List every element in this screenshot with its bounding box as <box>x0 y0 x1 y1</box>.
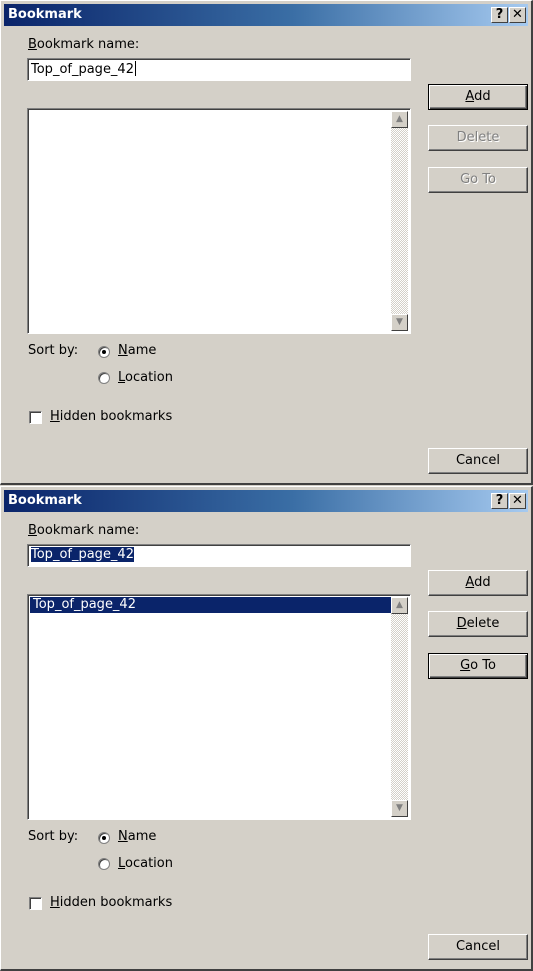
close-icon[interactable]: ✕ <box>509 493 526 509</box>
sort-location-radio[interactable] <box>98 372 110 384</box>
list-scrollbar[interactable]: ▲ ▼ <box>391 597 408 817</box>
bookmark-list[interactable]: ▲ ▼ <box>27 108 411 334</box>
add-button[interactable]: Add <box>428 570 528 596</box>
list-scrollbar[interactable]: ▲ ▼ <box>391 111 408 331</box>
close-icon[interactable]: ✕ <box>509 7 526 23</box>
delete-button[interactable]: Delete <box>428 611 528 637</box>
bookmark-name-label: Bookmark name: <box>28 523 140 538</box>
sort-by-label: Sort by: <box>28 343 79 358</box>
hidden-bookmarks-label[interactable]: Hidden bookmarks <box>50 895 172 910</box>
list-item[interactable]: Top_of_page_42 <box>30 597 391 613</box>
hidden-bookmarks-label[interactable]: Hidden bookmarks <box>50 409 172 424</box>
sort-name-radio[interactable] <box>98 832 110 844</box>
scroll-down-arrow-icon[interactable]: ▼ <box>391 800 408 817</box>
goto-button[interactable]: Go To <box>428 167 528 193</box>
bookmark-name-input[interactable]: Top_of_page_42 <box>27 544 411 567</box>
scroll-up-arrow-icon[interactable]: ▲ <box>391 111 408 128</box>
scroll-up-arrow-icon[interactable]: ▲ <box>391 597 408 614</box>
hidden-bookmarks-checkbox[interactable] <box>29 411 42 424</box>
sort-location-label[interactable]: Location <box>118 856 173 871</box>
sort-name-label[interactable]: Name <box>118 343 156 358</box>
bookmark-name-value: Top_of_page_42 <box>31 547 134 562</box>
add-button[interactable]: Add <box>428 84 528 110</box>
sort-name-label[interactable]: Name <box>118 829 156 844</box>
title-bar: Bookmark ? ✕ <box>4 490 528 512</box>
dialog-title: Bookmark <box>8 493 82 508</box>
bookmark-list[interactable]: Top_of_page_42 ▲ ▼ <box>27 594 411 820</box>
delete-button[interactable]: Delete <box>428 125 528 151</box>
hidden-bookmarks-checkbox[interactable] <box>29 897 42 910</box>
text-caret <box>134 61 136 76</box>
help-icon[interactable]: ? <box>491 7 508 23</box>
bookmark-dialog-before: Bookmark ? ✕ Bookmark name: Top_of_page_… <box>0 0 533 485</box>
sort-location-radio[interactable] <box>98 858 110 870</box>
title-bar: Bookmark ? ✕ <box>4 4 528 26</box>
dialog-title: Bookmark <box>8 7 82 22</box>
bookmark-name-value: Top_of_page_42 <box>31 62 134 77</box>
sort-location-label[interactable]: Location <box>118 370 173 385</box>
bookmark-name-input[interactable]: Top_of_page_42 <box>27 58 411 81</box>
sort-by-label: Sort by: <box>28 829 79 844</box>
scroll-down-arrow-icon[interactable]: ▼ <box>391 314 408 331</box>
bookmark-dialog-after: Bookmark ? ✕ Bookmark name: Top_of_page_… <box>0 486 533 971</box>
cancel-button[interactable]: Cancel <box>428 448 528 474</box>
help-icon[interactable]: ? <box>491 493 508 509</box>
sort-name-radio[interactable] <box>98 346 110 358</box>
cancel-button[interactable]: Cancel <box>428 934 528 960</box>
goto-button[interactable]: Go To <box>428 653 528 679</box>
bookmark-name-label: Bookmark name: <box>28 37 140 52</box>
